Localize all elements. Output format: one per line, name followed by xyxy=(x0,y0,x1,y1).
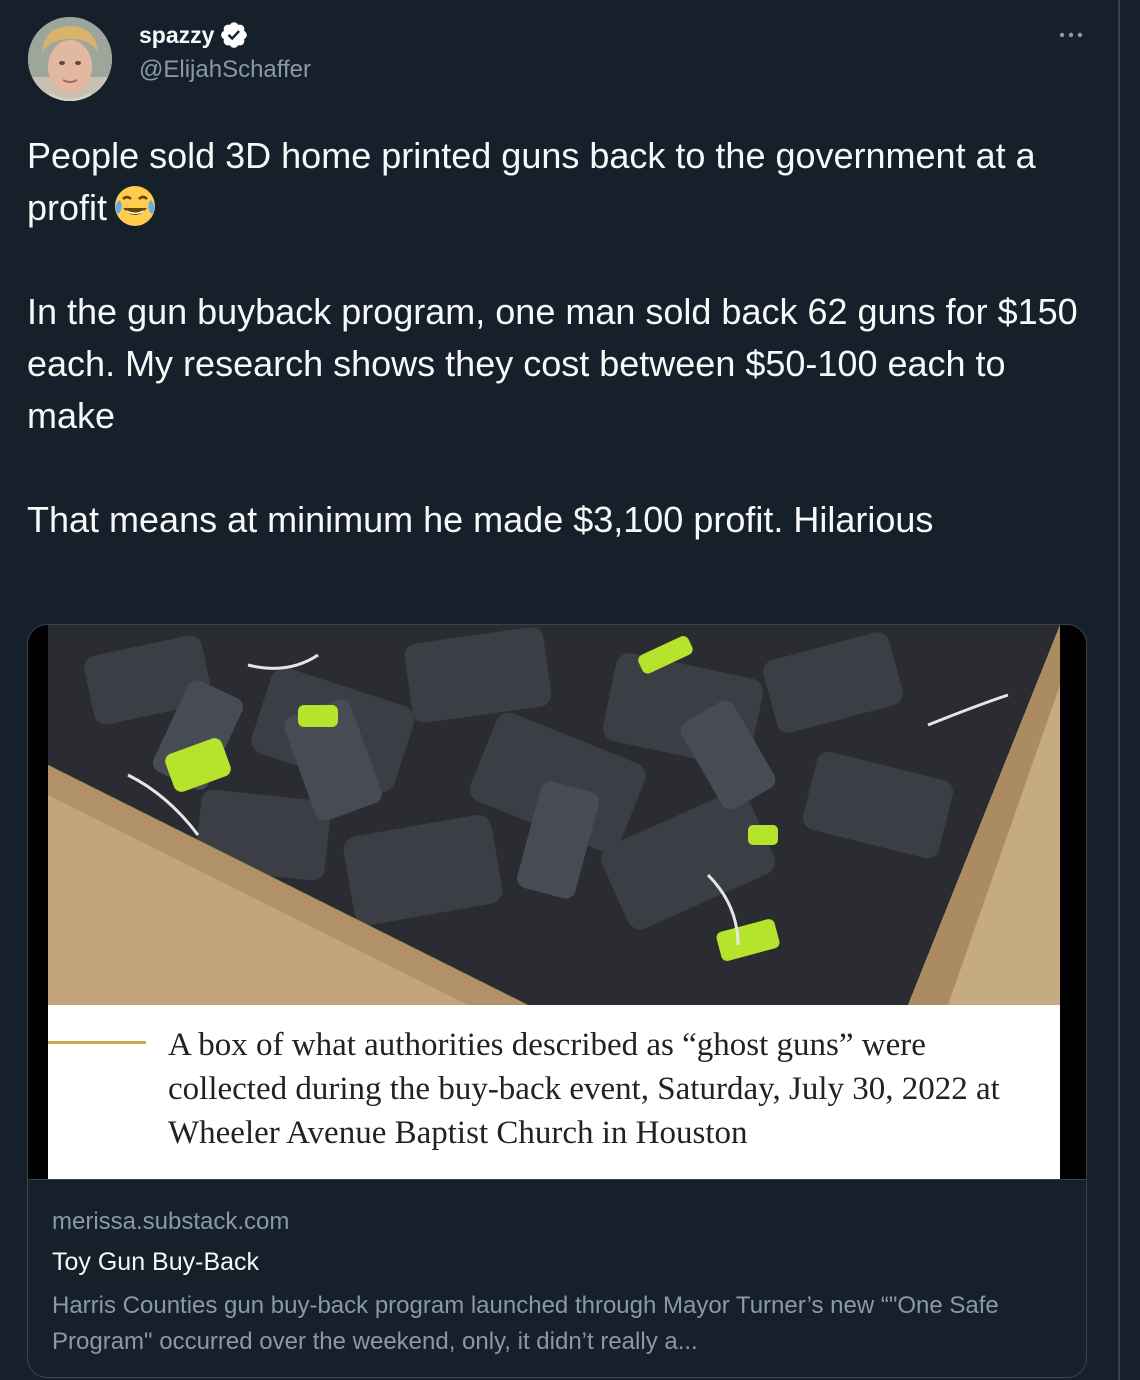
image-caption-area: A box of what authorities described as “… xyxy=(48,1005,1060,1179)
card-description: Harris Counties gun buy-back program lau… xyxy=(52,1292,999,1355)
avatar[interactable] xyxy=(28,17,112,101)
card-media[interactable]: A box of what authorities described as “… xyxy=(28,625,1086,1179)
author-display-name[interactable]: spazzy xyxy=(139,22,214,49)
verified-badge-icon xyxy=(221,22,248,48)
ghost-guns-box-photo-icon xyxy=(48,625,1060,1005)
timeline-divider xyxy=(1118,0,1120,1380)
tweet: spazzy @ElijahSchaffer People sold 3D ho… xyxy=(0,0,1118,1380)
face-with-tears-of-joy-icon xyxy=(115,186,156,226)
tweet-paragraph-2: In the gun buyback program, one man sold… xyxy=(27,291,1088,436)
author-handle[interactable]: @ElijahSchaffer xyxy=(139,56,311,84)
caption-rule xyxy=(48,1041,146,1044)
profile-photo-icon xyxy=(28,17,112,101)
card-title: Toy Gun Buy-Back xyxy=(52,1248,260,1276)
card-photo xyxy=(48,625,1060,1005)
tweet-paragraph-3: That means at minimum he made $3,100 pro… xyxy=(27,499,934,540)
tweet-header: spazzy @ElijahSchaffer xyxy=(139,20,311,84)
card-footer[interactable]: merissa.substack.com Toy Gun Buy-Back Ha… xyxy=(28,1179,1086,1377)
tweet-text: People sold 3D home printed guns back to… xyxy=(27,130,1087,546)
image-caption: A box of what authorities described as “… xyxy=(168,1027,1000,1151)
link-preview-card[interactable]: A box of what authorities described as “… xyxy=(27,624,1087,1378)
tweet-paragraph-1: People sold 3D home printed guns back to… xyxy=(27,135,1046,228)
more-options-icon[interactable] xyxy=(1056,20,1086,50)
card-domain: merissa.substack.com xyxy=(52,1208,290,1235)
